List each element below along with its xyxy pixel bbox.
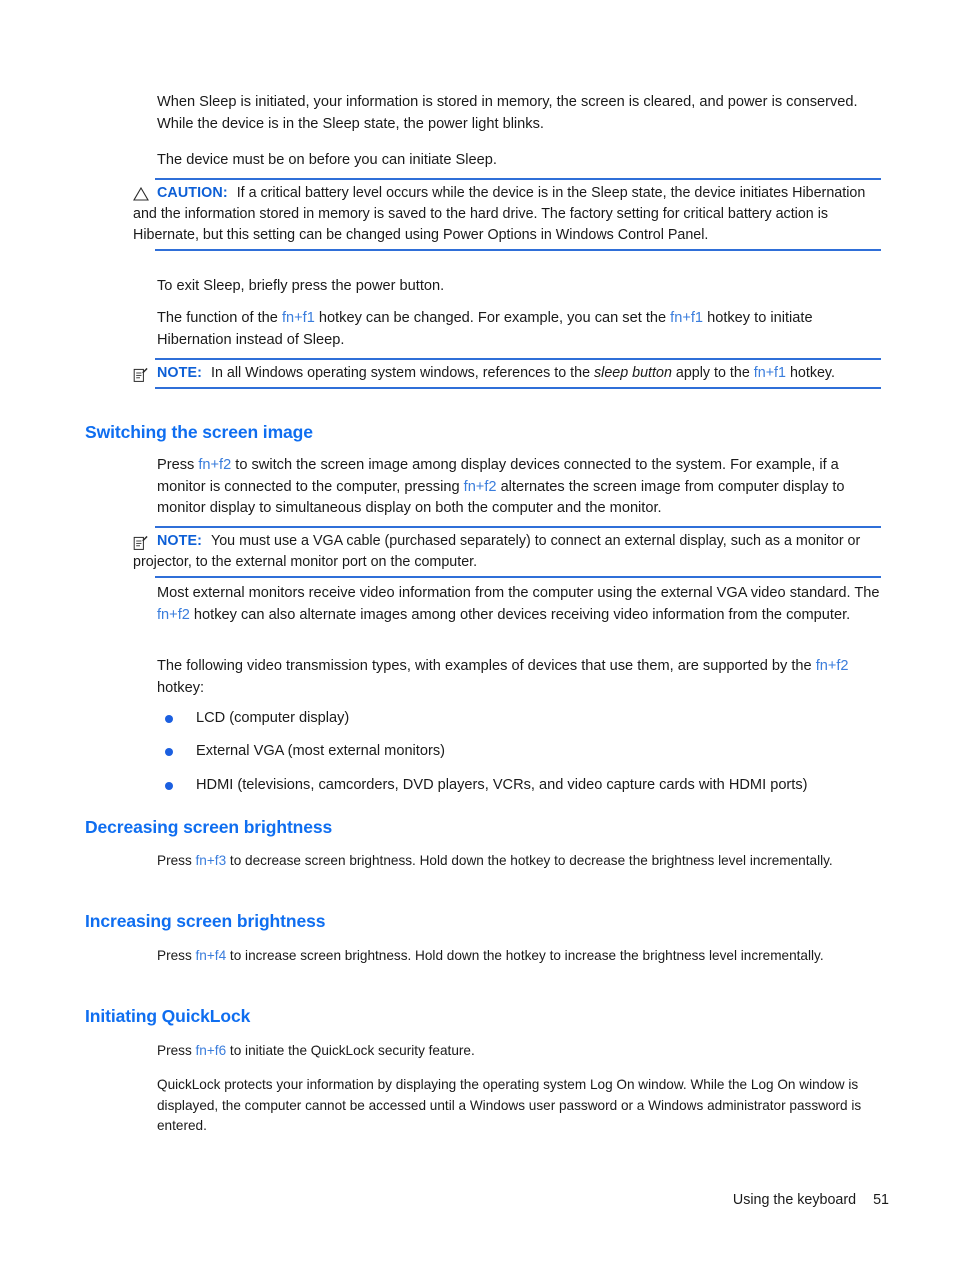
bullet-dot-icon — [165, 782, 173, 790]
note-text-before: In all Windows operating system windows,… — [210, 365, 594, 381]
caution-rule-bottom — [155, 249, 881, 251]
switching-before: Press — [157, 457, 199, 473]
heading-initiating-quicklock: Initiating QuickLock — [85, 1006, 251, 1026]
footer-section-title: Using the keyboard — [732, 1192, 857, 1208]
paragraph-quicklock-press: Press fn+f6 to initiate the QuickLock se… — [157, 1041, 869, 1062]
note-body-vga-cable: NOTE: You must use a VGA cable (purchased… — [133, 526, 881, 578]
note-body-sleep-button: NOTE: In all Windows operating system win… — [133, 358, 881, 389]
hotkey-fn-f4: fn+f4 — [195, 948, 227, 963]
paragraph-quicklock-description: QuickLock protects your information by d… — [157, 1077, 862, 1133]
list-item: External VGA (most external monitors) — [157, 741, 897, 762]
paragraph-increasing-brightness: Press fn+f4 to increase screen brightnes… — [157, 946, 869, 967]
inc-before: Press — [157, 948, 196, 963]
paragraph-fn-f1-function: The function of the fn+f1 hotkey can be … — [157, 308, 883, 351]
caution-block: CAUTION: If a critical battery level occu… — [133, 178, 881, 251]
bullet-dot-icon — [165, 715, 173, 723]
note-text-vga: You must use a VGA cable (purchased sepa… — [133, 533, 861, 570]
note-block-vga-cable: NOTE: You must use a VGA cable (purchased… — [133, 526, 881, 578]
heading-decreasing-screen-brightness: Decreasing screen brightness — [85, 817, 333, 837]
caution-label: CAUTION: — [157, 185, 228, 201]
note-rule-bottom — [155, 387, 881, 389]
document-page: When Sleep is initiated, your informatio… — [0, 0, 954, 1270]
note-vga-rule-top — [155, 526, 881, 528]
hotkey-fn-f1-a: fn+f1 — [281, 310, 315, 326]
ql-before: Press — [157, 1043, 196, 1058]
paragraph-decreasing-brightness: Press fn+f3 to decrease screen brightnes… — [157, 851, 869, 872]
bullet-label-lcd: LCD (computer display) — [196, 710, 350, 726]
note-document-icon — [133, 367, 153, 385]
note-label-vga: NOTE: — [157, 533, 202, 549]
note-text-italic: sleep button — [594, 365, 672, 381]
paragraph-device-must-be-on: The device must be on before you can ini… — [157, 152, 497, 168]
note-label: NOTE: — [157, 365, 202, 381]
paragraph-video-transmission-types: The following video transmission types, … — [157, 656, 883, 699]
bullet-dot-icon — [165, 748, 173, 756]
hotkey-fn-f1-b: fn+f1 — [670, 310, 704, 326]
caution-body: CAUTION: If a critical battery level occu… — [133, 178, 881, 251]
note-document-icon — [133, 535, 153, 553]
paragraph-exit-sleep: To exit Sleep, briefly press the power b… — [157, 278, 445, 294]
vga-para-before: Most external monitors receive video inf… — [157, 585, 880, 601]
note-block-sleep-button: NOTE: In all Windows operating system win… — [133, 358, 881, 389]
paragraph-external-monitors: Most external monitors receive video inf… — [157, 583, 883, 626]
fn-f1-text-before: The function of the — [157, 310, 282, 326]
vga-para-after: hotkey can also alternate images among o… — [189, 606, 851, 623]
dec-before: Press — [157, 853, 196, 868]
hotkey-fn-f3: fn+f3 — [195, 853, 227, 868]
hotkey-fn-f2-types: fn+f2 — [815, 658, 849, 674]
note-text-after: hotkey. — [785, 365, 835, 381]
types-after: hotkey: — [157, 679, 205, 696]
footer-page-number: 51 — [873, 1192, 889, 1208]
dec-after: to decrease screen brightness. Hold down… — [226, 853, 833, 868]
bullet-label-hdmi: HDMI (televisions, camcorders, DVD playe… — [196, 777, 808, 793]
note-text-middle: apply to the — [671, 365, 754, 381]
heading-switching-the-screen-image: Switching the screen image — [85, 422, 313, 442]
hotkey-fn-f2-vga: fn+f2 — [157, 606, 190, 623]
inc-after: to increase screen brightness. Hold down… — [226, 948, 824, 963]
note-rule-top — [155, 358, 881, 360]
page-footer: Using the keyboard 51 — [0, 1192, 889, 1208]
hotkey-fn-f2-b: fn+f2 — [463, 478, 497, 495]
hotkey-fn-f6: fn+f6 — [195, 1043, 227, 1058]
caution-rule-top — [155, 178, 881, 180]
hotkey-fn-f2-a: fn+f2 — [198, 457, 232, 473]
types-before: The following video transmission types, … — [157, 658, 816, 674]
paragraph-switching-intro: Press fn+f2 to switch the screen image a… — [157, 455, 883, 520]
fn-f1-text-middle: hotkey can be changed. For example, you … — [314, 310, 671, 326]
paragraph-sleep-initiated: When Sleep is initiated, your informatio… — [157, 94, 858, 132]
list-item: LCD (computer display) — [157, 708, 897, 729]
note-vga-rule-bottom — [155, 576, 881, 578]
heading-increasing-screen-brightness: Increasing screen brightness — [85, 911, 326, 931]
bullet-label-external-vga: External VGA (most external monitors) — [196, 743, 445, 759]
caution-text: If a critical battery level occurs while… — [133, 185, 866, 243]
hotkey-fn-f1-note: fn+f1 — [753, 365, 786, 381]
warning-triangle-icon — [133, 187, 153, 205]
ql-after: to initiate the QuickLock security featu… — [226, 1043, 475, 1058]
list-item: HDMI (televisions, camcorders, DVD playe… — [157, 775, 897, 796]
